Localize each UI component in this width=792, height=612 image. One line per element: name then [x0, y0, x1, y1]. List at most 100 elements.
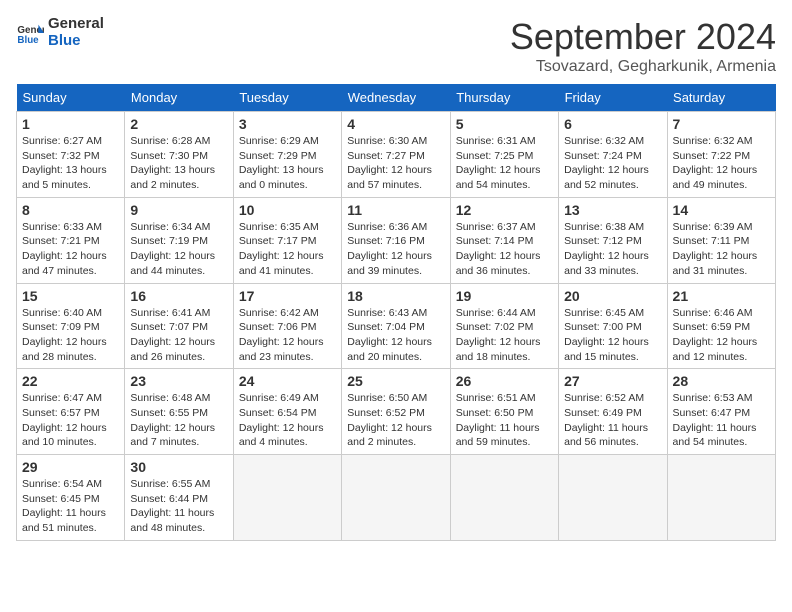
day-info: Sunrise: 6:40 AM Sunset: 7:09 PM Dayligh… [22, 306, 119, 365]
day-info: Sunrise: 6:54 AM Sunset: 6:45 PM Dayligh… [22, 477, 119, 536]
calendar-day-cell: 18 Sunrise: 6:43 AM Sunset: 7:04 PM Dayl… [342, 283, 450, 369]
day-info: Sunrise: 6:52 AM Sunset: 6:49 PM Dayligh… [564, 391, 661, 450]
day-info: Sunrise: 6:32 AM Sunset: 7:24 PM Dayligh… [564, 134, 661, 193]
day-number: 6 [564, 116, 661, 132]
calendar-day-cell: 26 Sunrise: 6:51 AM Sunset: 6:50 PM Dayl… [450, 369, 558, 455]
day-info: Sunrise: 6:48 AM Sunset: 6:55 PM Dayligh… [130, 391, 227, 450]
day-number: 26 [456, 373, 553, 389]
calendar-day-cell: 6 Sunrise: 6:32 AM Sunset: 7:24 PM Dayli… [559, 112, 667, 198]
day-number: 16 [130, 288, 227, 304]
calendar-day-cell: 1 Sunrise: 6:27 AM Sunset: 7:32 PM Dayli… [17, 112, 125, 198]
day-number: 19 [456, 288, 553, 304]
weekday-header-saturday: Saturday [667, 84, 775, 112]
calendar-day-cell: 2 Sunrise: 6:28 AM Sunset: 7:30 PM Dayli… [125, 112, 233, 198]
day-number: 9 [130, 202, 227, 218]
calendar-day-cell: 30 Sunrise: 6:55 AM Sunset: 6:44 PM Dayl… [125, 455, 233, 541]
day-info: Sunrise: 6:50 AM Sunset: 6:52 PM Dayligh… [347, 391, 444, 450]
day-number: 25 [347, 373, 444, 389]
calendar-day-cell: 5 Sunrise: 6:31 AM Sunset: 7:25 PM Dayli… [450, 112, 558, 198]
calendar-day-cell: 19 Sunrise: 6:44 AM Sunset: 7:02 PM Dayl… [450, 283, 558, 369]
calendar-day-cell: 15 Sunrise: 6:40 AM Sunset: 7:09 PM Dayl… [17, 283, 125, 369]
day-info: Sunrise: 6:41 AM Sunset: 7:07 PM Dayligh… [130, 306, 227, 365]
day-info: Sunrise: 6:39 AM Sunset: 7:11 PM Dayligh… [673, 220, 770, 279]
day-info: Sunrise: 6:31 AM Sunset: 7:25 PM Dayligh… [456, 134, 553, 193]
calendar-day-cell [450, 455, 558, 541]
day-number: 22 [22, 373, 119, 389]
month-title: September 2024 [510, 16, 776, 58]
weekday-header-friday: Friday [559, 84, 667, 112]
day-info: Sunrise: 6:34 AM Sunset: 7:19 PM Dayligh… [130, 220, 227, 279]
calendar-day-cell: 25 Sunrise: 6:50 AM Sunset: 6:52 PM Dayl… [342, 369, 450, 455]
day-number: 5 [456, 116, 553, 132]
svg-text:Blue: Blue [17, 34, 39, 45]
day-number: 11 [347, 202, 444, 218]
calendar-day-cell: 12 Sunrise: 6:37 AM Sunset: 7:14 PM Dayl… [450, 197, 558, 283]
calendar-day-cell: 13 Sunrise: 6:38 AM Sunset: 7:12 PM Dayl… [559, 197, 667, 283]
calendar-day-cell [342, 455, 450, 541]
day-info: Sunrise: 6:49 AM Sunset: 6:54 PM Dayligh… [239, 391, 336, 450]
day-info: Sunrise: 6:55 AM Sunset: 6:44 PM Dayligh… [130, 477, 227, 536]
calendar-day-cell: 24 Sunrise: 6:49 AM Sunset: 6:54 PM Dayl… [233, 369, 341, 455]
calendar-day-cell: 3 Sunrise: 6:29 AM Sunset: 7:29 PM Dayli… [233, 112, 341, 198]
day-number: 7 [673, 116, 770, 132]
day-info: Sunrise: 6:38 AM Sunset: 7:12 PM Dayligh… [564, 220, 661, 279]
day-number: 28 [673, 373, 770, 389]
page-header: General Blue General Blue September 2024… [16, 16, 776, 76]
calendar-title-area: September 2024 Tsovazard, Gegharkunik, A… [510, 16, 776, 76]
day-number: 27 [564, 373, 661, 389]
day-info: Sunrise: 6:43 AM Sunset: 7:04 PM Dayligh… [347, 306, 444, 365]
calendar-day-cell: 17 Sunrise: 6:42 AM Sunset: 7:06 PM Dayl… [233, 283, 341, 369]
day-info: Sunrise: 6:53 AM Sunset: 6:47 PM Dayligh… [673, 391, 770, 450]
day-number: 17 [239, 288, 336, 304]
day-info: Sunrise: 6:27 AM Sunset: 7:32 PM Dayligh… [22, 134, 119, 193]
calendar-table: SundayMondayTuesdayWednesdayThursdayFrid… [16, 84, 776, 541]
day-number: 3 [239, 116, 336, 132]
day-info: Sunrise: 6:44 AM Sunset: 7:02 PM Dayligh… [456, 306, 553, 365]
day-info: Sunrise: 6:37 AM Sunset: 7:14 PM Dayligh… [456, 220, 553, 279]
weekday-header-tuesday: Tuesday [233, 84, 341, 112]
location-title: Tsovazard, Gegharkunik, Armenia [510, 58, 776, 76]
calendar-day-cell: 21 Sunrise: 6:46 AM Sunset: 6:59 PM Dayl… [667, 283, 775, 369]
day-number: 18 [347, 288, 444, 304]
weekday-header-monday: Monday [125, 84, 233, 112]
calendar-day-cell [233, 455, 341, 541]
day-number: 10 [239, 202, 336, 218]
day-info: Sunrise: 6:28 AM Sunset: 7:30 PM Dayligh… [130, 134, 227, 193]
logo-wordmark: General Blue [48, 16, 104, 49]
calendar-week-5: 29 Sunrise: 6:54 AM Sunset: 6:45 PM Dayl… [17, 455, 776, 541]
day-number: 30 [130, 459, 227, 475]
calendar-day-cell: 20 Sunrise: 6:45 AM Sunset: 7:00 PM Dayl… [559, 283, 667, 369]
calendar-day-cell: 7 Sunrise: 6:32 AM Sunset: 7:22 PM Dayli… [667, 112, 775, 198]
calendar-week-1: 1 Sunrise: 6:27 AM Sunset: 7:32 PM Dayli… [17, 112, 776, 198]
day-info: Sunrise: 6:46 AM Sunset: 6:59 PM Dayligh… [673, 306, 770, 365]
day-number: 21 [673, 288, 770, 304]
calendar-week-3: 15 Sunrise: 6:40 AM Sunset: 7:09 PM Dayl… [17, 283, 776, 369]
day-info: Sunrise: 6:33 AM Sunset: 7:21 PM Dayligh… [22, 220, 119, 279]
logo: General Blue General Blue [16, 16, 104, 49]
weekday-header-row: SundayMondayTuesdayWednesdayThursdayFrid… [17, 84, 776, 112]
day-number: 1 [22, 116, 119, 132]
weekday-header-thursday: Thursday [450, 84, 558, 112]
calendar-week-4: 22 Sunrise: 6:47 AM Sunset: 6:57 PM Dayl… [17, 369, 776, 455]
weekday-header-sunday: Sunday [17, 84, 125, 112]
day-info: Sunrise: 6:51 AM Sunset: 6:50 PM Dayligh… [456, 391, 553, 450]
calendar-day-cell: 14 Sunrise: 6:39 AM Sunset: 7:11 PM Dayl… [667, 197, 775, 283]
logo-icon: General Blue [16, 19, 44, 47]
day-info: Sunrise: 6:36 AM Sunset: 7:16 PM Dayligh… [347, 220, 444, 279]
day-number: 8 [22, 202, 119, 218]
calendar-day-cell: 11 Sunrise: 6:36 AM Sunset: 7:16 PM Dayl… [342, 197, 450, 283]
day-number: 12 [456, 202, 553, 218]
weekday-header-wednesday: Wednesday [342, 84, 450, 112]
calendar-week-2: 8 Sunrise: 6:33 AM Sunset: 7:21 PM Dayli… [17, 197, 776, 283]
day-number: 2 [130, 116, 227, 132]
calendar-day-cell: 28 Sunrise: 6:53 AM Sunset: 6:47 PM Dayl… [667, 369, 775, 455]
logo-line2: Blue [48, 33, 104, 50]
calendar-day-cell: 16 Sunrise: 6:41 AM Sunset: 7:07 PM Dayl… [125, 283, 233, 369]
day-info: Sunrise: 6:47 AM Sunset: 6:57 PM Dayligh… [22, 391, 119, 450]
day-number: 15 [22, 288, 119, 304]
calendar-day-cell: 4 Sunrise: 6:30 AM Sunset: 7:27 PM Dayli… [342, 112, 450, 198]
calendar-day-cell: 29 Sunrise: 6:54 AM Sunset: 6:45 PM Dayl… [17, 455, 125, 541]
day-number: 23 [130, 373, 227, 389]
day-info: Sunrise: 6:30 AM Sunset: 7:27 PM Dayligh… [347, 134, 444, 193]
day-number: 24 [239, 373, 336, 389]
